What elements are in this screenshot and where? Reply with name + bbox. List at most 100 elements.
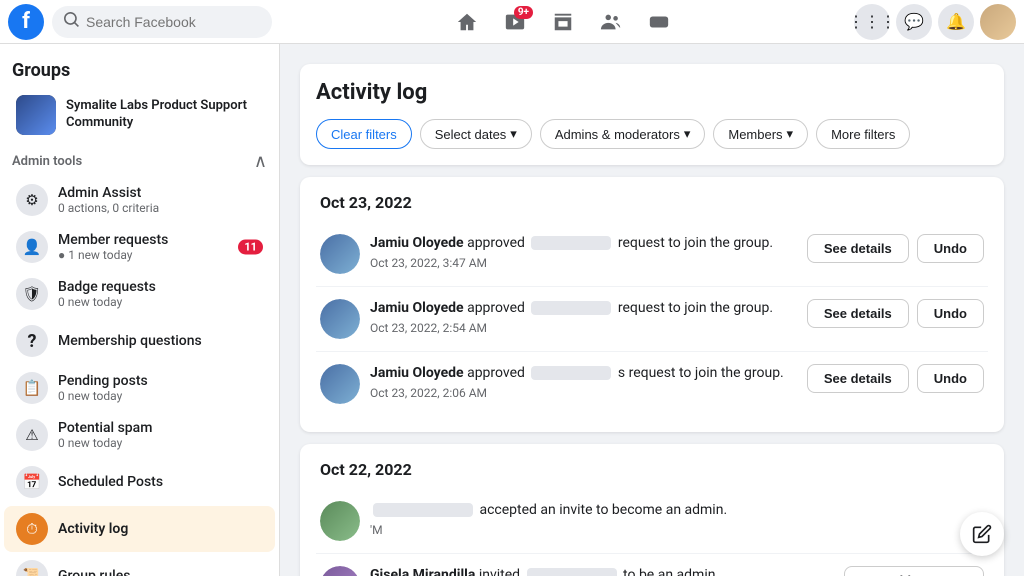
membership-questions-icon: ? <box>16 325 48 357</box>
scheduled-posts-icon: 📅 <box>16 466 48 498</box>
activity-content-5: Gisela Mirandilla invited to be an admin… <box>370 566 834 576</box>
search-bar[interactable] <box>52 6 272 38</box>
action-tail-5: to be an admin. <box>623 567 719 576</box>
admins-chevron-icon: ▾ <box>684 126 691 142</box>
see-details-button-2[interactable]: See details <box>807 299 909 328</box>
admin-tools-label: Admin tools <box>12 154 82 169</box>
potential-spam-text: Potential spam 0 new today <box>58 420 263 451</box>
pending-posts-icon: 📋 <box>16 372 48 404</box>
groups-header: Groups <box>0 56 279 89</box>
activity-log-icon: ⏱ <box>16 513 48 545</box>
filter-bar: Clear filters Select dates ▾ Admins & mo… <box>316 119 988 149</box>
action-2: approved <box>467 300 528 316</box>
clear-filters-button[interactable]: Clear filters <box>316 119 412 149</box>
scheduled-posts-title: Scheduled Posts <box>58 474 263 491</box>
main-content: Activity log Clear filters Select dates … <box>280 44 1024 576</box>
action-tail-2: request to join the group. <box>618 300 773 316</box>
activity-actions-3: See details Undo <box>807 364 984 393</box>
activity-actions-5: Add note <box>844 566 984 576</box>
group-avatar <box>16 95 56 135</box>
write-button[interactable] <box>960 512 1004 556</box>
more-filters-button[interactable]: More filters <box>816 119 910 149</box>
apps-button[interactable]: ⋮⋮⋮ <box>854 4 890 40</box>
admin-assist-icon: ⚙ <box>16 184 48 216</box>
action-4: accepted an invite to become an admin. <box>479 502 727 518</box>
dates-label: Select dates <box>435 127 507 142</box>
membership-questions-title: Membership questions <box>58 333 263 350</box>
nav-center: 9+ <box>280 4 846 40</box>
activity-log-title: Activity log <box>58 521 263 538</box>
admin-assist-text: Admin Assist 0 actions, 0 criteria <box>58 185 263 216</box>
sidebar-item-scheduled-posts[interactable]: 📅 Scheduled Posts <box>4 459 275 505</box>
nav-groups-button[interactable] <box>589 4 633 40</box>
blurred-user-5 <box>527 568 617 576</box>
avatar-1 <box>320 234 360 274</box>
activity-content-4: accepted an invite to become an admin. '… <box>370 501 984 537</box>
activity-item-3: Jamiu Oloyede approved s request to join… <box>316 352 988 416</box>
activity-text-3: Jamiu Oloyede approved s request to join… <box>370 364 797 384</box>
sidebar-item-activity-log[interactable]: ⏱ Activity log <box>4 506 275 552</box>
activity-time-3: Oct 23, 2022, 2:06 AM <box>370 386 797 400</box>
date-oct22: Oct 22, 2022 <box>316 460 988 479</box>
badge-requests-subtitle: 0 new today <box>58 295 263 309</box>
user-avatar[interactable] <box>980 4 1016 40</box>
activity-actions-1: See details Undo <box>807 234 984 263</box>
activity-log-card: Activity log Clear filters Select dates … <box>300 64 1004 165</box>
sidebar-item-group-rules[interactable]: 📜 Group rules <box>4 553 275 576</box>
sidebar-item-potential-spam[interactable]: ⚠ Potential spam 0 new today <box>4 412 275 458</box>
admins-label: Admins & moderators <box>555 127 680 142</box>
action-tail-3: s request to join the group. <box>618 365 784 381</box>
actor-name-5: Gisela Mirandilla <box>370 567 475 576</box>
membership-questions-text: Membership questions <box>58 333 263 350</box>
search-input[interactable] <box>86 14 260 30</box>
see-details-button-3[interactable]: See details <box>807 364 909 393</box>
section-oct22: Oct 22, 2022 accepted an invite to becom… <box>300 444 1004 576</box>
nav-watch-button[interactable]: 9+ <box>493 4 537 40</box>
select-dates-button[interactable]: Select dates ▾ <box>420 119 532 149</box>
nav-gaming-button[interactable] <box>637 4 681 40</box>
activity-item-5: Gisela Mirandilla invited to be an admin… <box>316 554 988 576</box>
collapse-button[interactable]: ∧ <box>254 151 267 172</box>
members-label: Members <box>728 127 782 142</box>
activity-actions-2: See details Undo <box>807 299 984 328</box>
nav-marketplace-button[interactable] <box>541 4 585 40</box>
sidebar-item-pending-posts[interactable]: 📋 Pending posts 0 new today <box>4 365 275 411</box>
admins-filter-button[interactable]: Admins & moderators ▾ <box>540 119 706 149</box>
sidebar-item-member-requests[interactable]: 👤 Member requests ● 1 new today 11 <box>4 224 275 270</box>
notifications-button[interactable]: 🔔 <box>938 4 974 40</box>
activity-time-1: Oct 23, 2022, 3:47 AM <box>370 256 797 270</box>
avatar-2 <box>320 299 360 339</box>
pending-posts-title: Pending posts <box>58 373 263 390</box>
actor-name-3: Jamiu Oloyede <box>370 365 464 381</box>
pending-posts-subtitle: 0 new today <box>58 389 263 403</box>
badge-requests-text: Badge requests 0 new today <box>58 279 263 310</box>
sidebar-item-admin-assist[interactable]: ⚙ Admin Assist 0 actions, 0 criteria <box>4 177 275 223</box>
potential-spam-title: Potential spam <box>58 420 263 437</box>
undo-button-1[interactable]: Undo <box>917 234 984 263</box>
activity-content-2: Jamiu Oloyede approved request to join t… <box>370 299 797 335</box>
activity-item-4: accepted an invite to become an admin. '… <box>316 489 988 554</box>
messenger-button[interactable]: 💬 <box>896 4 932 40</box>
undo-button-3[interactable]: Undo <box>917 364 984 393</box>
watch-badge: 9+ <box>514 6 533 19</box>
member-requests-subtitle: ● 1 new today <box>58 248 263 262</box>
member-requests-badge: 11 <box>238 240 263 255</box>
members-filter-button[interactable]: Members ▾ <box>713 119 808 149</box>
admin-assist-subtitle: 0 actions, 0 criteria <box>58 201 263 215</box>
facebook-logo[interactable]: f <box>8 4 44 40</box>
blurred-user-2 <box>531 301 611 315</box>
sidebar-item-badge-requests[interactable]: 🛡 Badge requests 0 new today <box>4 271 275 317</box>
nav-home-button[interactable] <box>445 4 489 40</box>
blurred-user-1 <box>531 236 611 250</box>
member-requests-title: Member requests <box>58 232 263 249</box>
activity-text-4: accepted an invite to become an admin. <box>370 501 984 521</box>
admin-assist-title: Admin Assist <box>58 185 263 202</box>
group-rules-icon: 📜 <box>16 560 48 576</box>
activity-text-2: Jamiu Oloyede approved request to join t… <box>370 299 797 319</box>
see-details-button-1[interactable]: See details <box>807 234 909 263</box>
sidebar-item-membership-questions[interactable]: ? Membership questions <box>4 318 275 364</box>
add-note-button[interactable]: Add note <box>844 566 984 576</box>
group-item[interactable]: Symalite Labs Product Support Community <box>4 89 275 141</box>
group-rules-title: Group rules <box>58 568 263 576</box>
undo-button-2[interactable]: Undo <box>917 299 984 328</box>
